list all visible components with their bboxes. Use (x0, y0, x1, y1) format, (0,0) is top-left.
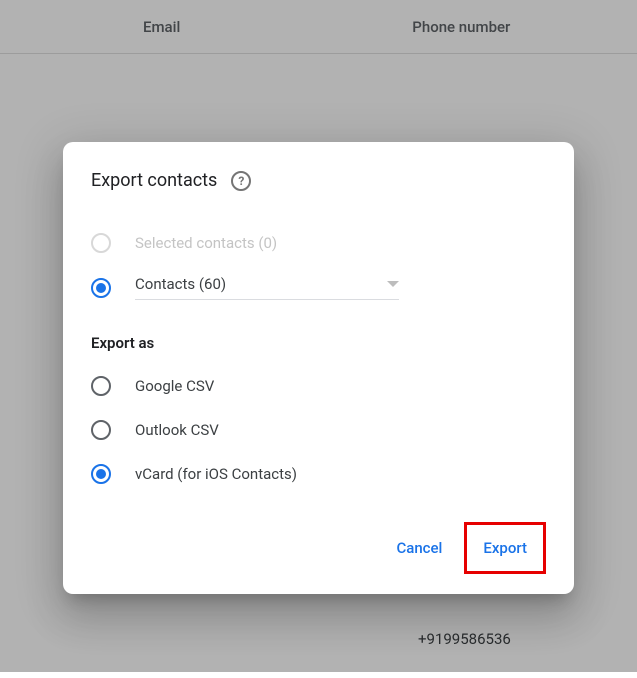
contacts-dropdown-value: Contacts (60) (135, 275, 226, 293)
outlook-csv-option[interactable]: Outlook CSV (91, 418, 546, 442)
dialog-title: Export contacts (91, 170, 217, 191)
export-as-header: Export as (91, 334, 546, 352)
contacts-select-option: Contacts (60) (91, 275, 546, 300)
google-csv-option[interactable]: Google CSV (91, 374, 546, 398)
export-contacts-dialog: Export contacts ? Selected contacts (0) … (63, 142, 574, 594)
selected-contacts-label: Selected contacts (0) (135, 234, 277, 252)
selected-contacts-option: Selected contacts (0) (91, 231, 546, 255)
vcard-option[interactable]: vCard (for iOS Contacts) (91, 462, 546, 486)
radio-google-csv[interactable] (91, 376, 111, 396)
radio-vcard[interactable] (91, 464, 111, 484)
dialog-actions: Cancel Export (91, 522, 546, 574)
google-csv-label: Google CSV (135, 377, 214, 395)
radio-selected-contacts (91, 233, 111, 253)
export-button-highlight: Export (464, 522, 546, 574)
dialog-header: Export contacts ? (91, 170, 546, 191)
radio-contacts-select[interactable] (91, 278, 111, 298)
radio-outlook-csv[interactable] (91, 420, 111, 440)
help-icon[interactable]: ? (231, 171, 251, 191)
cancel-button[interactable]: Cancel (382, 522, 456, 574)
contacts-dropdown[interactable]: Contacts (60) (135, 275, 399, 300)
export-button[interactable]: Export (469, 530, 541, 566)
vcard-label: vCard (for iOS Contacts) (135, 465, 297, 483)
chevron-down-icon (387, 281, 399, 287)
outlook-csv-label: Outlook CSV (135, 421, 219, 439)
